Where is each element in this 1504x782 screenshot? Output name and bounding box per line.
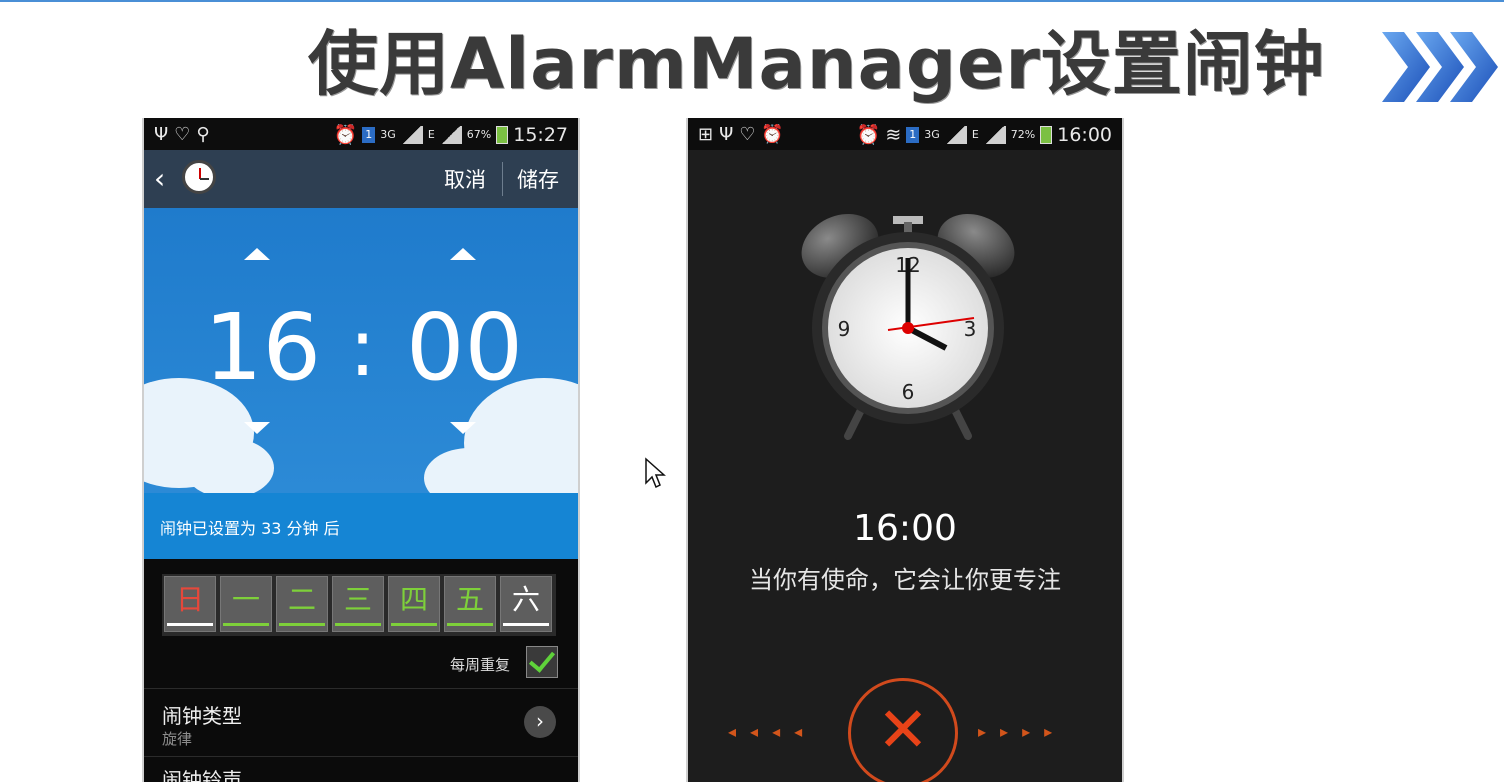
day-mon[interactable]: 一 [220,576,272,632]
add-icon: ⊞ [698,124,720,145]
alarm-type-value: 旋律 [162,730,193,748]
time-picker: 16 : 00 [144,208,578,493]
status-icons-left-2: ⊞Ψ♡⏰ [698,124,790,145]
phone-alarm-settings: Ψ♡⚲ ⏰ 1 3G E 67% 15:27 ‹ 取消 储存 16 : 00 闹… [142,118,580,782]
clock-number-6: 6 [902,380,915,404]
weekly-repeat-label: 每周重复 [450,656,511,674]
swipe-right-arrows-icon: ▸▸▸▸ [978,722,1067,741]
alarm-clock-illustration: 12 3 6 9 [801,213,1015,440]
usb-icon: Ψ [154,124,175,145]
back-chevron-icon[interactable]: ‹ [154,162,165,195]
alarm-info-text: 闹钟已设置为 33 分钟 后 [160,519,340,538]
alarm-icon-2: ⏰ [856,124,881,146]
status-icons-right-2: ⏰ ≋ 1 3G E 72% 16:00 [856,123,1112,147]
alarm-type-title: 闹钟类型 [162,704,242,728]
alarm-message: 当你有使命，它会让你更专注 [749,566,1061,594]
weekly-repeat-checkbox[interactable] [526,646,558,678]
battery-icon [496,125,509,144]
minute-value[interactable]: 00 [406,298,523,398]
signal-icon-2 [439,125,462,144]
phone-alarm-ringing: ⊞Ψ♡⏰ ⏰ ≋ 1 3G E 72% 16:00 3 6 9 16:00 当你… [686,118,1124,782]
top-accent-line [0,0,1504,2]
minute-up-arrow-icon[interactable] [450,248,476,260]
dismiss-alarm-button[interactable]: ✕ [848,678,958,782]
alarm-icon: ⏰ [761,124,790,145]
header-divider [502,162,503,196]
clock-number-9: 9 [838,317,851,341]
row-divider-2 [144,756,578,757]
row-divider [144,688,578,689]
shield-icon: ♡ [174,124,197,145]
day-fri[interactable]: 五 [444,576,496,632]
shield-icon: ♡ [739,124,762,145]
network-e: E [427,128,435,141]
battery-percent: 72% [1010,128,1036,141]
alarm-edit-header: ‹ 取消 储存 [144,150,578,208]
signal-icon-2 [983,125,1006,144]
battery-percent: 67% [466,128,492,141]
network-3g: 3G [924,128,940,141]
alarm-clock-icon [182,160,216,194]
day-wed[interactable]: 三 [332,576,384,632]
status-time: 15:27 [513,123,568,146]
hour-up-arrow-icon[interactable] [244,248,270,260]
day-sun[interactable]: 日 [164,576,216,632]
chevron-right-icon[interactable]: › [524,706,556,738]
slide-title: 使用AlarmManager设置闹钟 [308,23,1325,105]
signal-icon [944,125,967,144]
cancel-button[interactable]: 取消 [444,164,486,194]
network-e: E [971,128,979,141]
swipe-left-arrows-icon: ◂◂◂◂ [728,722,817,741]
cloud-left-2 [184,438,274,493]
weekday-selector: 日 一 二 三 四 五 六 [162,574,556,636]
status-bar-2: ⊞Ψ♡⏰ ⏰ ≋ 1 3G E 72% 16:00 [688,118,1122,150]
status-time: 16:00 [1057,123,1112,146]
time-separator: : [349,301,376,394]
network-3g: 3G [380,128,396,141]
battery-icon [1040,125,1053,144]
chevron-arrows-icon [1382,32,1498,102]
clock-number-3: 3 [964,317,977,341]
wifi-icon: ≋ [885,123,902,146]
minute-down-arrow-icon[interactable] [450,422,476,434]
day-tue[interactable]: 二 [276,576,328,632]
location-icon: ⚲ [196,124,216,145]
sim-badge: 1 [362,126,376,143]
status-icons-right: ⏰ 1 3G E 67% 15:27 [333,123,568,147]
save-button[interactable]: 储存 [517,164,559,194]
day-thu[interactable]: 四 [388,576,440,632]
usb-icon: Ψ [719,124,740,145]
mouse-cursor-icon [645,457,666,489]
alarm-ringing-time: 16:00 [853,508,957,549]
hour-down-arrow-icon[interactable] [244,422,270,434]
status-icons-left: Ψ♡⚲ [154,124,216,145]
signal-icon [400,125,423,144]
alarm-tone-title: 闹钟铃声 [162,768,242,782]
alarm-icon: ⏰ [333,124,358,146]
status-bar: Ψ♡⚲ ⏰ 1 3G E 67% 15:27 [144,118,578,150]
close-icon: ✕ [877,693,929,766]
sim-badge: 1 [906,126,920,143]
hour-value[interactable]: 16 [204,298,321,398]
alarm-info-bar: 闹钟已设置为 33 分钟 后 [144,493,578,559]
day-sat[interactable]: 六 [500,576,552,632]
